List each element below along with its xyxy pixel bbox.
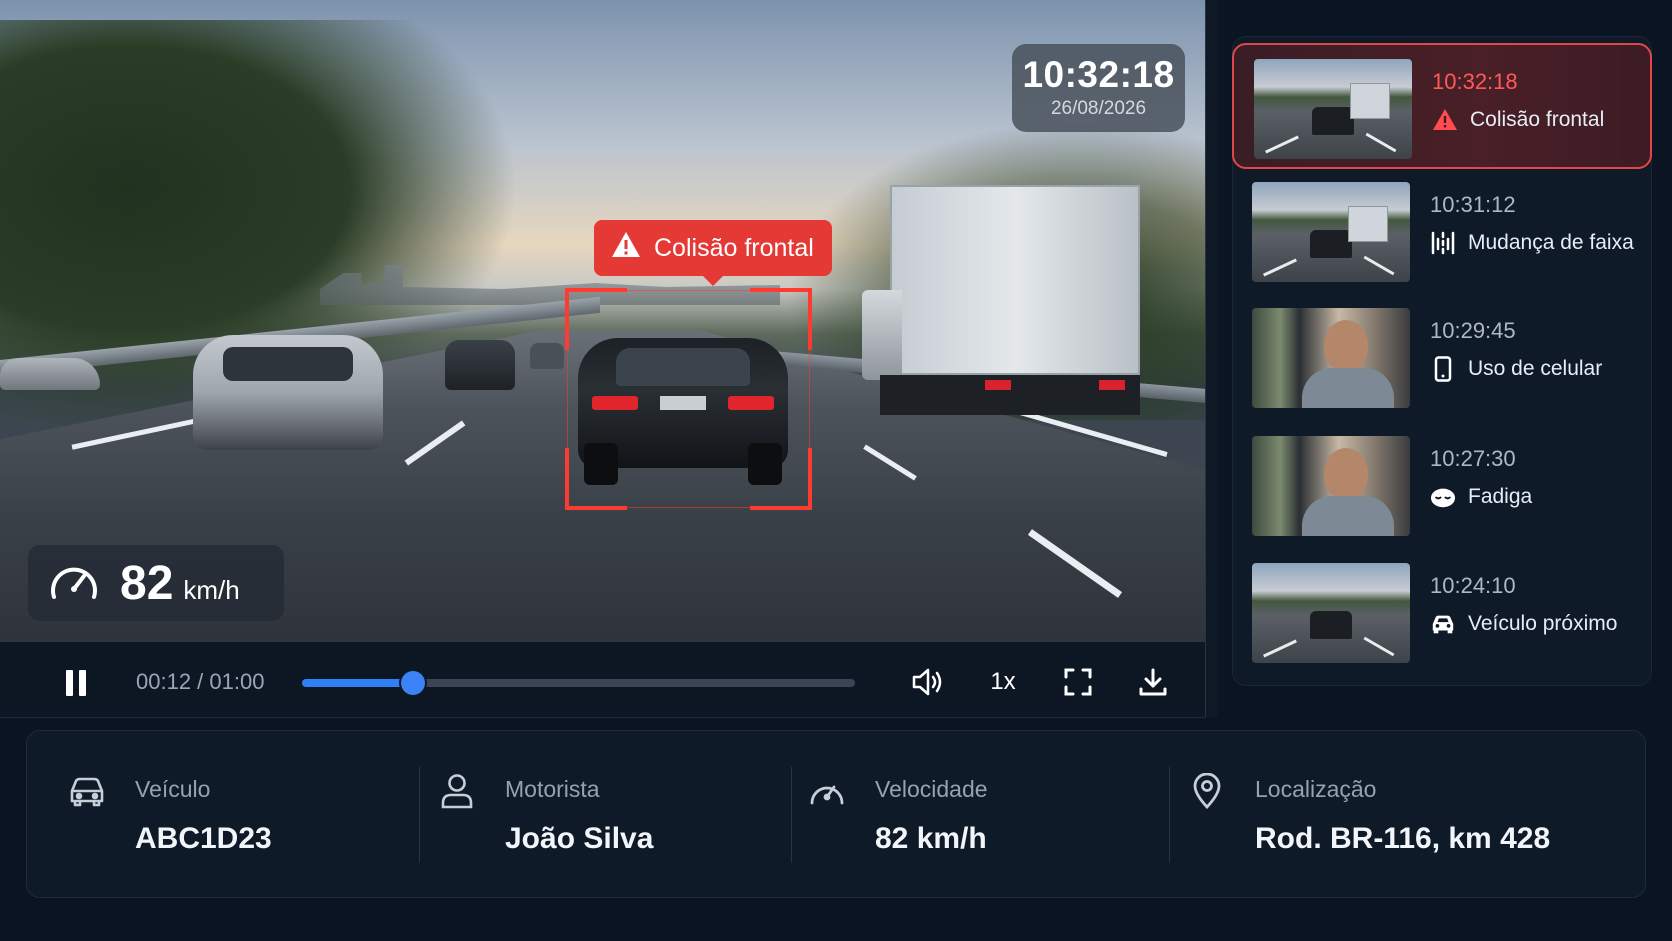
progress-fill — [302, 679, 413, 687]
speed-value: 82 — [120, 556, 174, 610]
info-value: 82 km/h — [875, 822, 987, 855]
info-label: Motorista — [505, 776, 600, 802]
alert-label: Colisão frontal — [654, 233, 814, 262]
vehicle — [445, 340, 515, 390]
event-time: 10:24:10 — [1430, 573, 1516, 598]
info-label: Velocidade — [875, 776, 988, 802]
car-icon — [67, 771, 107, 811]
truck — [890, 185, 1140, 375]
info-driver: Motorista João Silva — [397, 731, 782, 899]
volume-icon[interactable] — [910, 664, 946, 700]
progress-bar[interactable] — [302, 671, 855, 695]
lane-change-icon — [1430, 230, 1456, 256]
timestamp-time: 10:32:18 — [1022, 54, 1175, 95]
event-label: Colisão frontal — [1470, 108, 1605, 131]
info-label: Veículo — [135, 776, 211, 802]
event-item-close-vehicle[interactable]: 10:24:10 Veículo próximo — [1232, 549, 1652, 675]
event-thumbnail — [1252, 436, 1410, 536]
info-label: Localização — [1255, 776, 1377, 802]
timestamp-date: 26/08/2026 — [1050, 98, 1147, 119]
event-thumbnail — [1254, 59, 1412, 159]
speedometer-icon — [807, 771, 847, 811]
panel-divider — [1205, 0, 1218, 717]
vehicle — [193, 335, 383, 450]
event-item-lane-change[interactable]: 10:31:12 Mudança de faixa — [1232, 168, 1652, 294]
info-vehicle: Veículo ABC1D23 — [27, 731, 412, 899]
speedometer-icon — [48, 559, 100, 608]
truck-cab — [862, 290, 902, 380]
event-label: Uso de celular — [1468, 357, 1603, 380]
truck-tail-lights — [985, 380, 1125, 390]
event-time: 10:31:12 — [1430, 192, 1516, 217]
info-value: Rod. BR-116, km 428 — [1255, 822, 1551, 855]
vehicle — [530, 343, 564, 369]
warning-icon — [610, 230, 642, 267]
event-label: Mudança de faixa — [1468, 231, 1634, 254]
event-item-phone-use[interactable]: 10:29:45 Uso de celular — [1232, 294, 1652, 420]
car-icon — [1430, 611, 1456, 637]
collision-alert-tag: Colisão frontal — [594, 220, 832, 286]
event-item-fatigue[interactable]: 10:27:30 Fadiga — [1232, 422, 1652, 548]
info-speed: Velocidade 82 km/h — [767, 731, 1152, 899]
event-label: Fadiga — [1468, 485, 1533, 508]
phone-icon — [1430, 356, 1456, 382]
info-value: João Silva — [505, 822, 654, 855]
event-time: 10:32:18 — [1432, 69, 1518, 94]
fullscreen-icon[interactable] — [1060, 664, 1096, 700]
event-label: Veículo próximo — [1468, 612, 1618, 635]
speed-unit: km/h — [183, 574, 240, 605]
video-player[interactable]: Colisão frontal 10:32:18 26/08/2026 82 km… — [0, 0, 1205, 642]
video-timestamp: 10:32:18 26/08/2026 — [1012, 44, 1185, 132]
location-pin-icon — [1187, 771, 1227, 811]
event-thumbnail — [1252, 563, 1410, 663]
pause-icon[interactable] — [62, 668, 90, 698]
trip-info-panel: Veículo ABC1D23 Motorista João Silva Vel… — [26, 730, 1646, 898]
event-item-collision[interactable]: 10:32:18 Colisão frontal — [1232, 43, 1652, 169]
progress-handle[interactable] — [400, 671, 425, 695]
speed-overlay: 82 km/h — [28, 545, 284, 621]
event-time: 10:29:45 — [1430, 318, 1516, 343]
detection-bounding-box — [565, 288, 812, 510]
user-icon — [437, 771, 477, 811]
playback-speed-button[interactable]: 1x — [985, 666, 1021, 698]
event-thumbnail — [1252, 308, 1410, 408]
fatigue-icon — [1430, 484, 1456, 510]
vehicle — [0, 358, 100, 390]
info-value: ABC1D23 — [135, 822, 272, 855]
playback-time: 00:12 / 01:00 — [136, 669, 265, 694]
download-icon[interactable] — [1135, 664, 1171, 700]
info-location: Localização Rod. BR-116, km 428 — [1147, 731, 1627, 899]
player-controls: 00:12 / 01:00 1x — [0, 642, 1205, 718]
event-thumbnail — [1252, 182, 1410, 282]
event-time: 10:27:30 — [1430, 446, 1516, 471]
warning-icon — [1432, 107, 1458, 133]
